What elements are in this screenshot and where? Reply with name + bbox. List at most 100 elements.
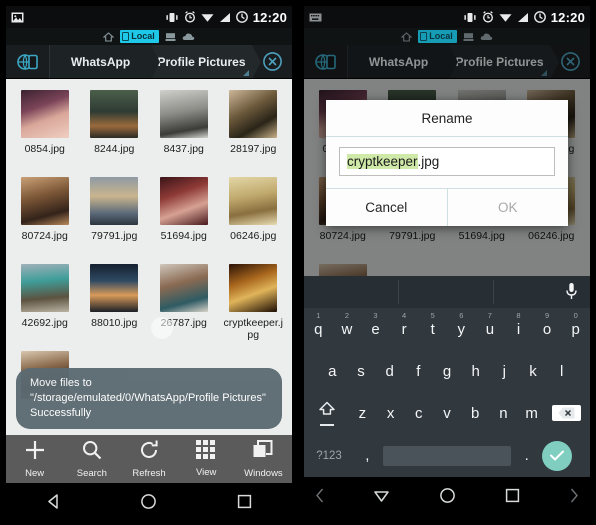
- key-a[interactable]: a: [318, 363, 347, 380]
- file-grid-item[interactable]: 88010.jpg: [80, 259, 150, 346]
- app-switch-icon[interactable]: [304, 45, 348, 78]
- file-grid-pane[interactable]: 0854.jpg8244.jpg8437.jpg28197.jpg80724.j…: [304, 79, 590, 276]
- key-d[interactable]: d: [375, 363, 404, 380]
- key-m[interactable]: m: [518, 405, 546, 422]
- key-l[interactable]: l: [547, 363, 576, 380]
- home-circle-icon[interactable]: [438, 486, 457, 510]
- server-icon[interactable]: [165, 32, 176, 42]
- microphone-icon[interactable]: [565, 282, 578, 306]
- file-grid-item[interactable]: cryptkeeper.jpg: [219, 259, 289, 346]
- symbols-key[interactable]: ?123: [306, 450, 352, 462]
- file-grid-pane[interactable]: 0854.jpg 8244.jpg8437.jpg28197.jpg 80724.j…: [6, 79, 292, 435]
- wifi-icon: [201, 12, 214, 23]
- rename-input[interactable]: cryptkeeper .jpg: [339, 147, 555, 176]
- toolbar-button-new[interactable]: New: [6, 439, 63, 479]
- file-grid-item[interactable]: 51694.jpg: [149, 172, 219, 259]
- file-name-label: 0854.jpg: [24, 143, 65, 155]
- key-n[interactable]: n: [489, 405, 517, 422]
- recents-square-icon[interactable]: [235, 492, 254, 516]
- backspace-icon[interactable]: [546, 404, 588, 423]
- file-thumbnail[interactable]: [90, 264, 139, 312]
- file-thumbnail[interactable]: [20, 90, 69, 138]
- file-grid-item[interactable]: 0854.jpg: [10, 85, 80, 172]
- breadcrumb-item-whatsapp[interactable]: WhatsApp: [348, 45, 458, 79]
- breadcrumb-item-profile-pictures[interactable]: Profile Pictures: [449, 45, 559, 79]
- file-grid-item[interactable]: 28197.jpg: [219, 85, 289, 172]
- file-grid-item[interactable]: 06246.jpg: [219, 172, 289, 259]
- location-row: Local: [304, 28, 590, 45]
- key-s[interactable]: s: [347, 363, 376, 380]
- file-thumbnail[interactable]: [20, 177, 69, 225]
- chevron-right-icon[interactable]: [568, 487, 580, 509]
- location-chip-local[interactable]: Local: [418, 30, 457, 43]
- key-g[interactable]: g: [433, 363, 462, 380]
- key-e[interactable]: 3e: [361, 311, 390, 338]
- file-thumbnail[interactable]: [159, 177, 208, 225]
- home-icon[interactable]: [102, 31, 115, 42]
- file-thumbnail[interactable]: [229, 177, 278, 225]
- file-thumbnail[interactable]: [229, 90, 278, 138]
- key-u[interactable]: 7u: [476, 311, 505, 338]
- back-triangle-icon[interactable]: [44, 492, 63, 516]
- system-nav-bar: [6, 483, 292, 519]
- key-z[interactable]: z: [348, 405, 376, 422]
- key-k[interactable]: k: [519, 363, 548, 380]
- key-v[interactable]: v: [433, 405, 461, 422]
- key-x[interactable]: x: [377, 405, 405, 422]
- breadcrumb-item-profile-pictures[interactable]: Profile Pictures: [151, 45, 261, 79]
- enter-key[interactable]: [542, 440, 588, 471]
- gallery-icon: [11, 12, 24, 23]
- key-i[interactable]: 8i: [504, 311, 533, 338]
- file-grid-item[interactable]: 8244.jpg: [80, 85, 150, 172]
- toolbar-button-view[interactable]: View: [178, 440, 235, 478]
- file-thumbnail[interactable]: [90, 90, 139, 138]
- key-comma[interactable]: ,: [352, 447, 383, 464]
- suggestion-strip[interactable]: [304, 276, 590, 308]
- recents-square-icon[interactable]: [503, 486, 522, 510]
- location-chip-local[interactable]: Local: [120, 30, 159, 43]
- key-period[interactable]: .: [511, 447, 542, 464]
- shift-underline: [320, 424, 335, 427]
- app-switch-icon[interactable]: [6, 45, 50, 78]
- key-r[interactable]: 4r: [390, 311, 419, 338]
- file-thumbnail[interactable]: [90, 177, 139, 225]
- key-w[interactable]: 2w: [333, 311, 362, 338]
- file-grid-item[interactable]: 8437.jpg: [149, 85, 219, 172]
- key-t[interactable]: 5t: [418, 311, 447, 338]
- file-grid-item[interactable]: 80724.jpg: [10, 172, 80, 259]
- ok-button[interactable]: OK: [448, 189, 569, 226]
- key-o[interactable]: 9o: [533, 311, 562, 338]
- home-icon[interactable]: [400, 31, 413, 42]
- key-y[interactable]: 6y: [447, 311, 476, 338]
- key-h[interactable]: h: [461, 363, 490, 380]
- file-thumbnail[interactable]: [159, 264, 208, 312]
- cancel-button[interactable]: Cancel: [326, 189, 447, 226]
- keyboard-dismiss-icon[interactable]: [372, 486, 391, 510]
- key-c[interactable]: c: [405, 405, 433, 422]
- file-thumbnail[interactable]: [229, 264, 278, 312]
- file-thumbnail[interactable]: [159, 90, 208, 138]
- server-icon[interactable]: [463, 32, 474, 42]
- cloud-icon[interactable]: [480, 32, 493, 41]
- toolbar-button-refresh[interactable]: Refresh: [120, 439, 177, 479]
- file-thumbnail[interactable]: [20, 264, 69, 312]
- file-grid-item[interactable]: 79791.jpg: [80, 172, 150, 259]
- key-p[interactable]: 0p: [561, 311, 590, 338]
- file-name-label: 51694.jpg: [160, 230, 207, 242]
- cloud-icon[interactable]: [182, 32, 195, 41]
- breadcrumb-item-whatsapp[interactable]: WhatsApp: [50, 45, 160, 79]
- chevron-left-icon[interactable]: [314, 487, 326, 509]
- shift-icon[interactable]: [306, 401, 348, 427]
- key-q[interactable]: 1q: [304, 311, 333, 338]
- key-j[interactable]: j: [490, 363, 519, 380]
- home-circle-icon[interactable]: [139, 492, 158, 516]
- location-chip-label: Local: [429, 31, 453, 41]
- file-grid-item[interactable]: 42692.jpg: [10, 259, 80, 346]
- toolbar-button-windows[interactable]: Windows: [235, 439, 292, 479]
- key-b[interactable]: b: [461, 405, 489, 422]
- toolbar-button-search[interactable]: Search: [63, 439, 120, 479]
- key-f[interactable]: f: [404, 363, 433, 380]
- alarm-icon: [184, 11, 196, 23]
- space-key[interactable]: [382, 445, 512, 466]
- toolbar-button-label: Search: [76, 468, 107, 479]
